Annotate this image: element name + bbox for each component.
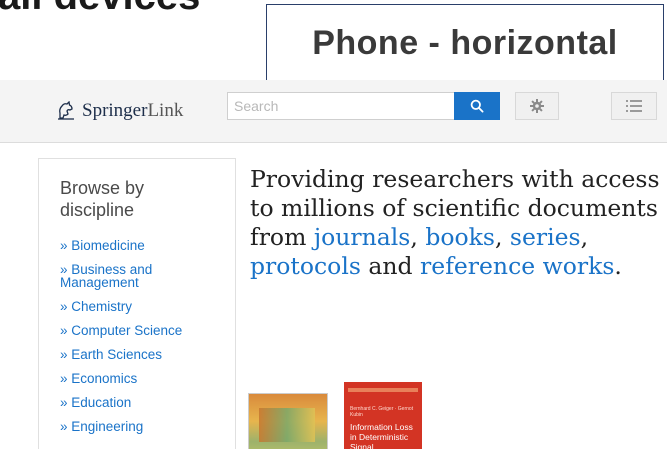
springer-screenshot: SpringerLink Search Browse by discipline… [0,80,667,449]
discipline-item[interactable]: » Earth Sciences [60,347,230,362]
books-link[interactable]: books [425,223,495,251]
device-label-box: Phone - horizontal [266,4,664,82]
hero-sep: , [410,223,426,251]
top-navigation-bar: SpringerLink [0,80,667,143]
discipline-item[interactable]: » Engineering [60,419,230,434]
book-cover-1-art [259,408,315,442]
browse-by-discipline-panel: Browse by discipline » Biomedicine » Bus… [38,158,236,449]
hero-text: Providing researchers with access to mil… [250,165,660,281]
search-input[interactable] [227,92,457,120]
discipline-link-business[interactable]: » Business and Management [60,262,152,290]
book-cover-2-authors: Bernhard C. Geiger · Gernot Kubin [350,406,414,418]
book-cover-2[interactable]: Bernhard C. Geiger · Gernot Kubin Inform… [344,382,422,449]
discipline-link-engineering[interactable]: » Engineering [60,419,143,434]
protocols-link[interactable]: protocols [250,252,361,280]
discipline-item[interactable]: » Chemistry [60,299,230,314]
discipline-item[interactable]: » Business and Management [60,262,230,290]
menu-button[interactable] [611,92,657,120]
list-menu-icon [626,100,642,112]
reference-works-link[interactable]: reference works [420,252,614,280]
search-button[interactable] [454,92,500,120]
discipline-item[interactable]: » Education [60,395,230,410]
device-label: Phone - horizontal [312,23,618,62]
discipline-link-chemistry[interactable]: » Chemistry [60,299,132,314]
discipline-item[interactable]: » Computer Science [60,323,230,338]
discipline-link-education[interactable]: » Education [60,395,131,410]
settings-button[interactable] [515,92,559,120]
discipline-link-computer-science[interactable]: » Computer Science [60,323,182,338]
search-bar [227,92,505,122]
book-cover-1[interactable] [248,393,328,449]
logo-text: SpringerLink [82,100,184,121]
hero-end: . [614,252,622,280]
series-link[interactable]: series [510,223,581,251]
hero-sep: , [494,223,510,251]
discipline-list: » Biomedicine » Business and Management … [60,239,230,444]
hero-and: and [360,252,421,280]
journals-link[interactable]: journals [314,223,411,251]
sidebar-title: Browse by discipline [60,178,145,220]
search-icon [470,99,484,113]
springer-horse-icon [58,101,74,120]
discipline-link-biomedicine[interactable]: » Biomedicine [60,238,145,253]
book-cover-2-stripe [348,388,418,392]
hero-sep: , [580,223,589,251]
slide-heading: all devices [0,0,200,19]
discipline-item[interactable]: » Biomedicine [60,238,230,253]
book-cover-2-title: Information Loss in Deterministic Signal… [350,422,413,449]
springerlink-logo[interactable]: SpringerLink [56,100,183,122]
gear-icon [530,99,544,113]
discipline-link-economics[interactable]: » Economics [60,371,137,386]
discipline-item[interactable]: » Economics [60,371,230,386]
discipline-link-earth-sciences[interactable]: » Earth Sciences [60,347,162,362]
